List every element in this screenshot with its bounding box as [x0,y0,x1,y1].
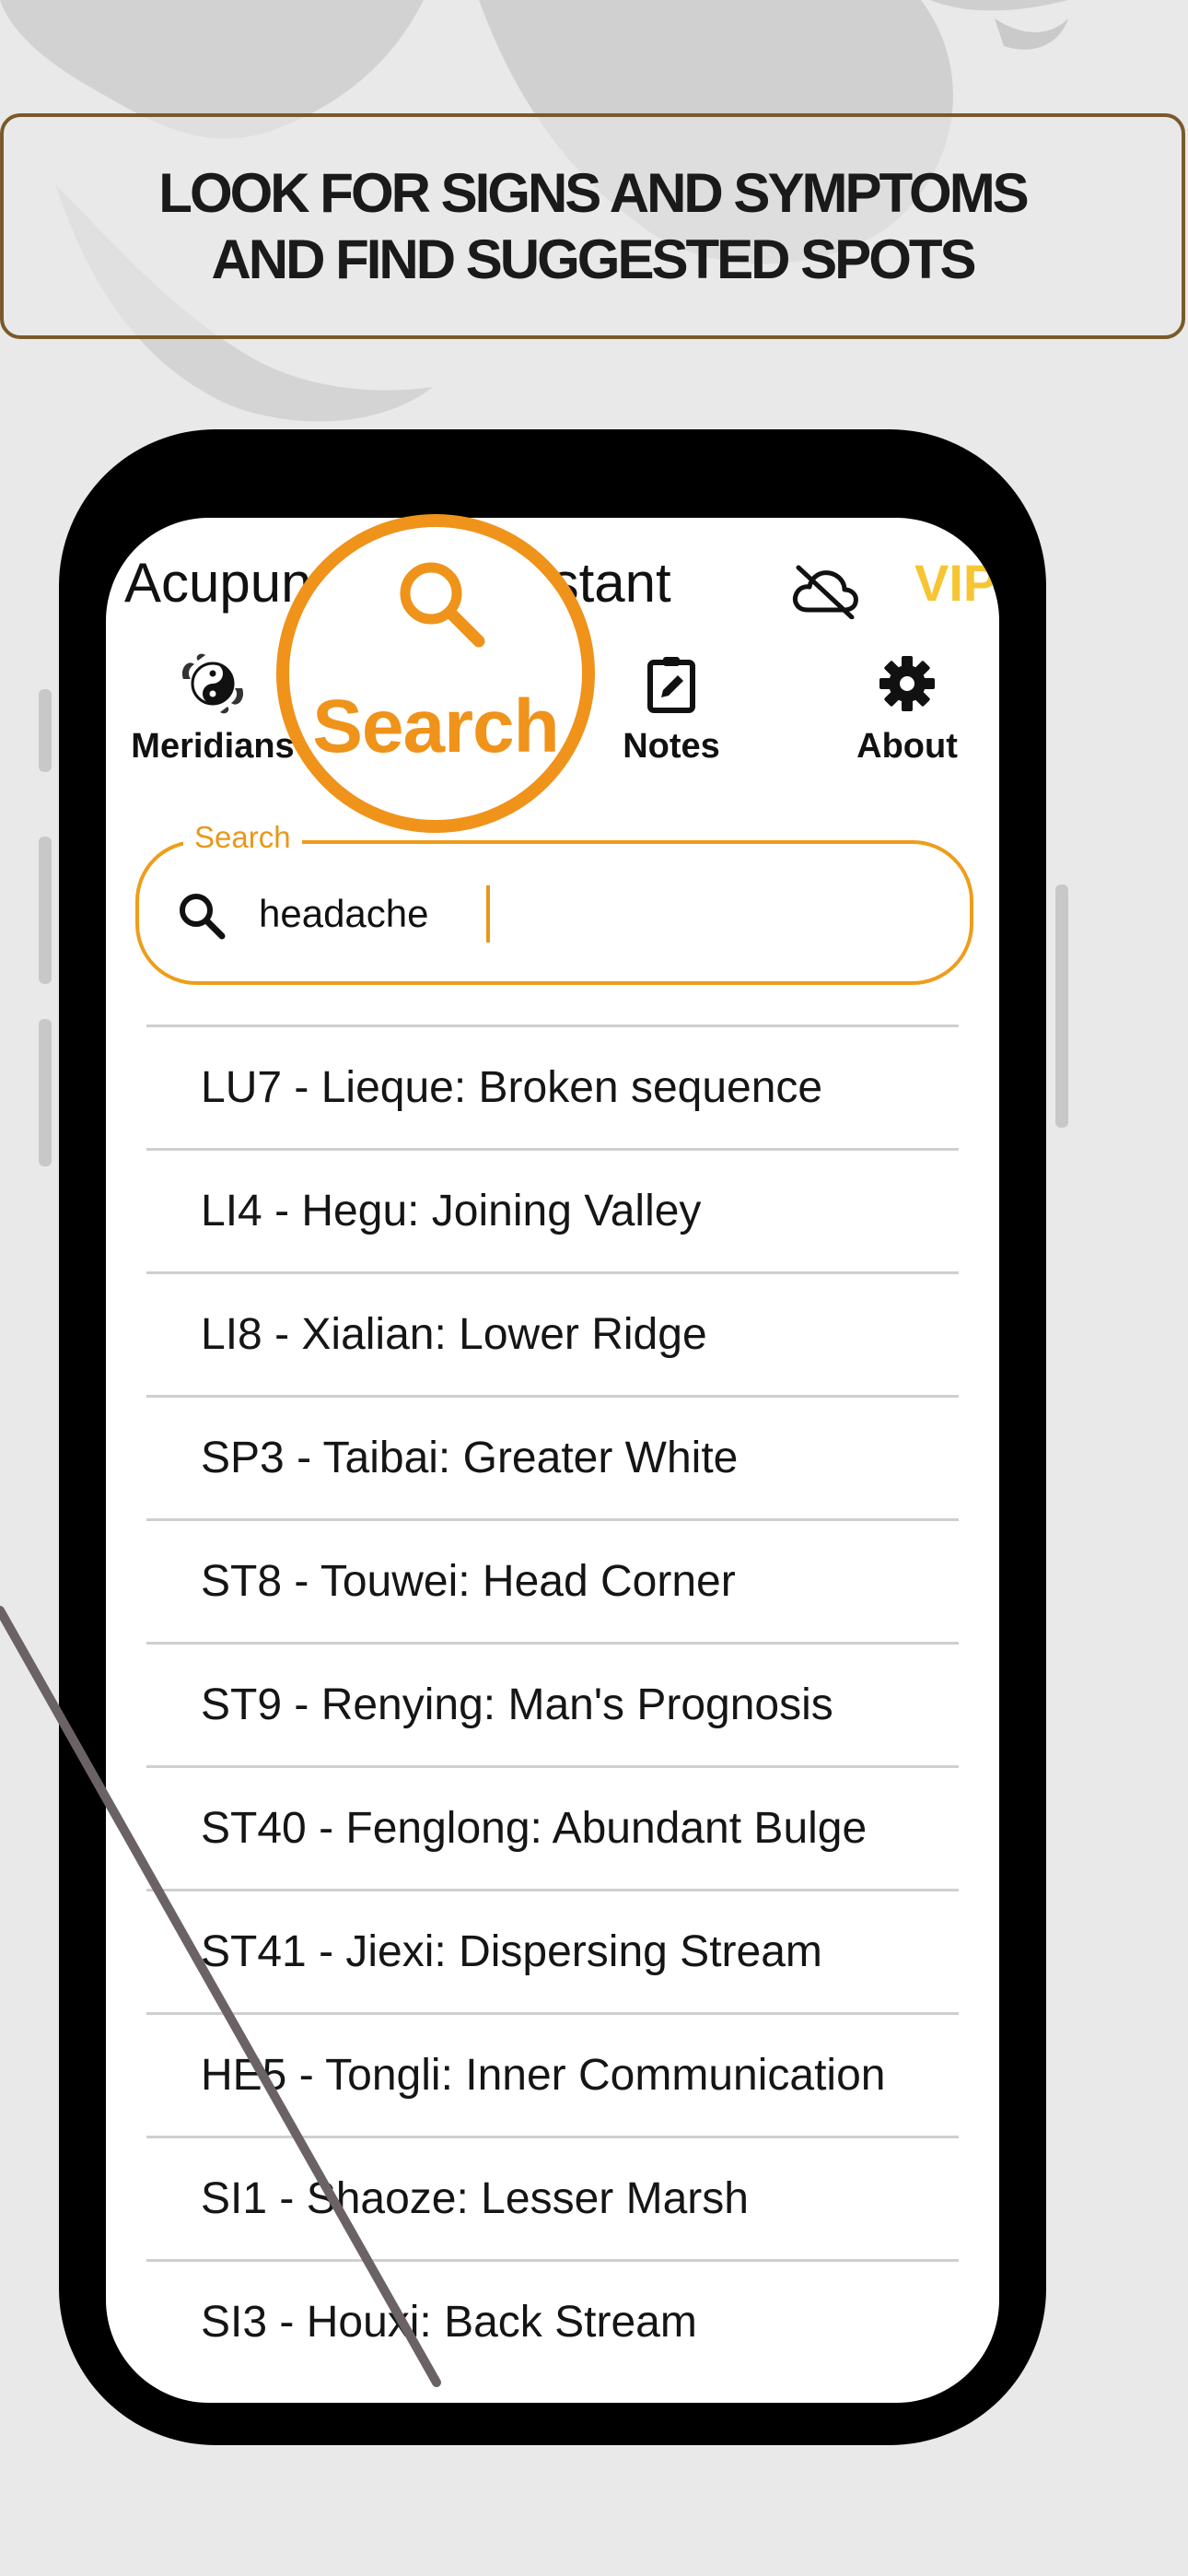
list-item[interactable]: LI4 - Hegu: Joining Valley [146,1148,959,1271]
list-item[interactable]: ST8 - Touwei: Head Corner [146,1518,959,1642]
phone-side-button-2 [39,837,52,984]
cloud-off-icon[interactable] [791,564,859,619]
list-item-text: ST9 - Renying: Man's Prognosis [201,1680,833,1729]
tab-search-magnified[interactable]: Search [276,514,595,833]
tab-meridians-label: Meridians [131,727,295,766]
list-item[interactable]: ST41 - Jiexi: Dispersing Stream [146,1889,959,2012]
list-item-text: HE5 - Tongli: Inner Communication [201,2051,886,2100]
search-icon [400,562,485,648]
list-item-text: ST41 - Jiexi: Dispersing Stream [201,1927,822,1976]
list-item[interactable]: ST40 - Fenglong: Abundant Bulge [146,1765,959,1889]
phone-power-button [1055,884,1068,1128]
list-item-text: SI1 - Shaoze: Lesser Marsh [201,2174,749,2223]
list-item-text: ST40 - Fenglong: Abundant Bulge [201,1804,868,1853]
list-item-text: ST8 - Touwei: Head Corner [201,1557,736,1606]
phone-screen: Acupuncture Assistant VIP Meridians Note… [106,518,999,2403]
text-caret [486,885,490,943]
list-item-text: SP3 - Taibai: Greater White [201,1434,739,1482]
tab-about-label: About [856,727,958,766]
list-item[interactable]: LI8 - Xialian: Lower Ridge [146,1271,959,1395]
search-field[interactable]: Search [135,820,973,985]
phone-side-button-3 [39,1019,52,1166]
banner-line-1: LOOK FOR SIGNS AND SYMPTOMS [158,161,1029,224]
list-item[interactable]: SI1 - Shaoze: Lesser Marsh [146,2136,959,2259]
result-list: LU7 - Lieque: Broken sequence LI4 - Hegu… [146,1025,959,2383]
tab-search-label: Search [312,685,560,768]
list-item-text: SI3 - Houxi: Back Stream [201,2298,697,2347]
banner-line-2: AND FIND SUGGESTED SPOTS [211,228,976,290]
list-item-text: LI4 - Hegu: Joining Valley [201,1187,702,1235]
list-item-text: LU7 - Lieque: Broken sequence [201,1063,823,1112]
list-item[interactable]: HE5 - Tongli: Inner Communication [146,2012,959,2136]
clipboard-edit-icon [647,657,695,713]
list-item[interactable]: LU7 - Lieque: Broken sequence [146,1025,959,1148]
search-input[interactable] [259,881,903,947]
yin-yang-icon [181,653,244,714]
tab-notes[interactable]: Notes [579,651,763,767]
gear-icon [879,656,935,711]
list-item-text: LI8 - Xialian: Lower Ridge [201,1310,707,1359]
list-item[interactable]: SI3 - Houxi: Back Stream [146,2259,959,2383]
tab-notes-label: Notes [623,727,720,766]
phone-side-button-1 [39,689,52,772]
search-icon [180,894,226,940]
search-field-label: Search [183,820,302,855]
list-item[interactable]: SP3 - Taibai: Greater White [146,1395,959,1518]
promo-banner: LOOK FOR SIGNS AND SYMPTOMS AND FIND SUG… [0,113,1185,339]
tab-about[interactable]: About [815,651,999,767]
list-item[interactable]: ST9 - Renying: Man's Prognosis [146,1642,959,1765]
vip-badge[interactable]: VIP [914,553,997,613]
